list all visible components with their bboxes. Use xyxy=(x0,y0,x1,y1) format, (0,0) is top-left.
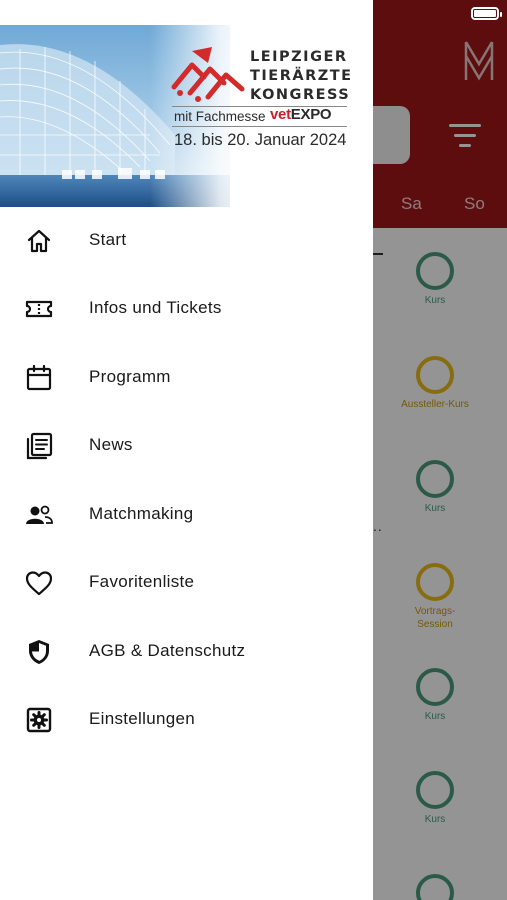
vetexpo-vet: vet xyxy=(270,106,291,123)
event-dates: 18. bis 20. Januar 2024 xyxy=(174,131,347,149)
divider xyxy=(172,126,347,127)
menu-item-start[interactable]: Start xyxy=(0,207,373,275)
congress-title: LEIPZIGER TIERÄRZTE KONGRESS xyxy=(250,48,353,105)
home-icon xyxy=(24,226,54,256)
menu-item-label: Start xyxy=(89,230,127,249)
menu-item-matchmaking[interactable]: Matchmaking xyxy=(0,481,373,549)
menu-item-label: Favoritenliste xyxy=(89,572,195,591)
navigation-drawer: LEIPZIGER TIERÄRZTE KONGRESS mit Fachmes… xyxy=(0,0,373,900)
menu-item-label: Infos und Tickets xyxy=(89,298,222,317)
menu-item-label: News xyxy=(89,435,133,454)
title-line: TIERÄRZTE xyxy=(250,68,353,84)
menu-item-label: Programm xyxy=(89,367,171,386)
title-line: LEIPZIGER xyxy=(250,49,348,65)
menu-item-infos-tickets[interactable]: Infos und Tickets xyxy=(0,275,373,343)
menu-item-label: Matchmaking xyxy=(89,504,194,523)
menu-item-label: Einstellungen xyxy=(89,709,195,728)
people-icon xyxy=(24,500,54,530)
congress-banner: LEIPZIGER TIERÄRZTE KONGRESS mit Fachmes… xyxy=(0,25,373,207)
menu-item-favoritenliste[interactable]: Favoritenliste xyxy=(0,549,373,617)
vetexpo-logo: vetEXPO xyxy=(270,106,332,123)
ticket-icon xyxy=(24,294,54,324)
congress-logo-icon xyxy=(171,47,245,102)
menu-item-label: AGB & Datenschutz xyxy=(89,641,246,660)
shield-icon xyxy=(24,637,54,667)
menu-item-news[interactable]: News xyxy=(0,412,373,480)
title-line: KONGRESS xyxy=(250,87,351,103)
newspaper-icon xyxy=(24,431,54,461)
menu-item-agb-datenschutz[interactable]: AGB & Datenschutz xyxy=(0,618,373,686)
vetexpo-expo: EXPO xyxy=(290,106,332,123)
heart-icon xyxy=(24,568,54,598)
menu-item-programm[interactable]: Programm xyxy=(0,344,373,412)
battery-icon xyxy=(471,7,502,20)
fachmesse-text: mit Fachmesse xyxy=(174,109,266,124)
settings-icon xyxy=(24,705,54,735)
menu-item-einstellungen[interactable]: Einstellungen xyxy=(0,686,373,754)
calendar-icon xyxy=(24,363,54,393)
